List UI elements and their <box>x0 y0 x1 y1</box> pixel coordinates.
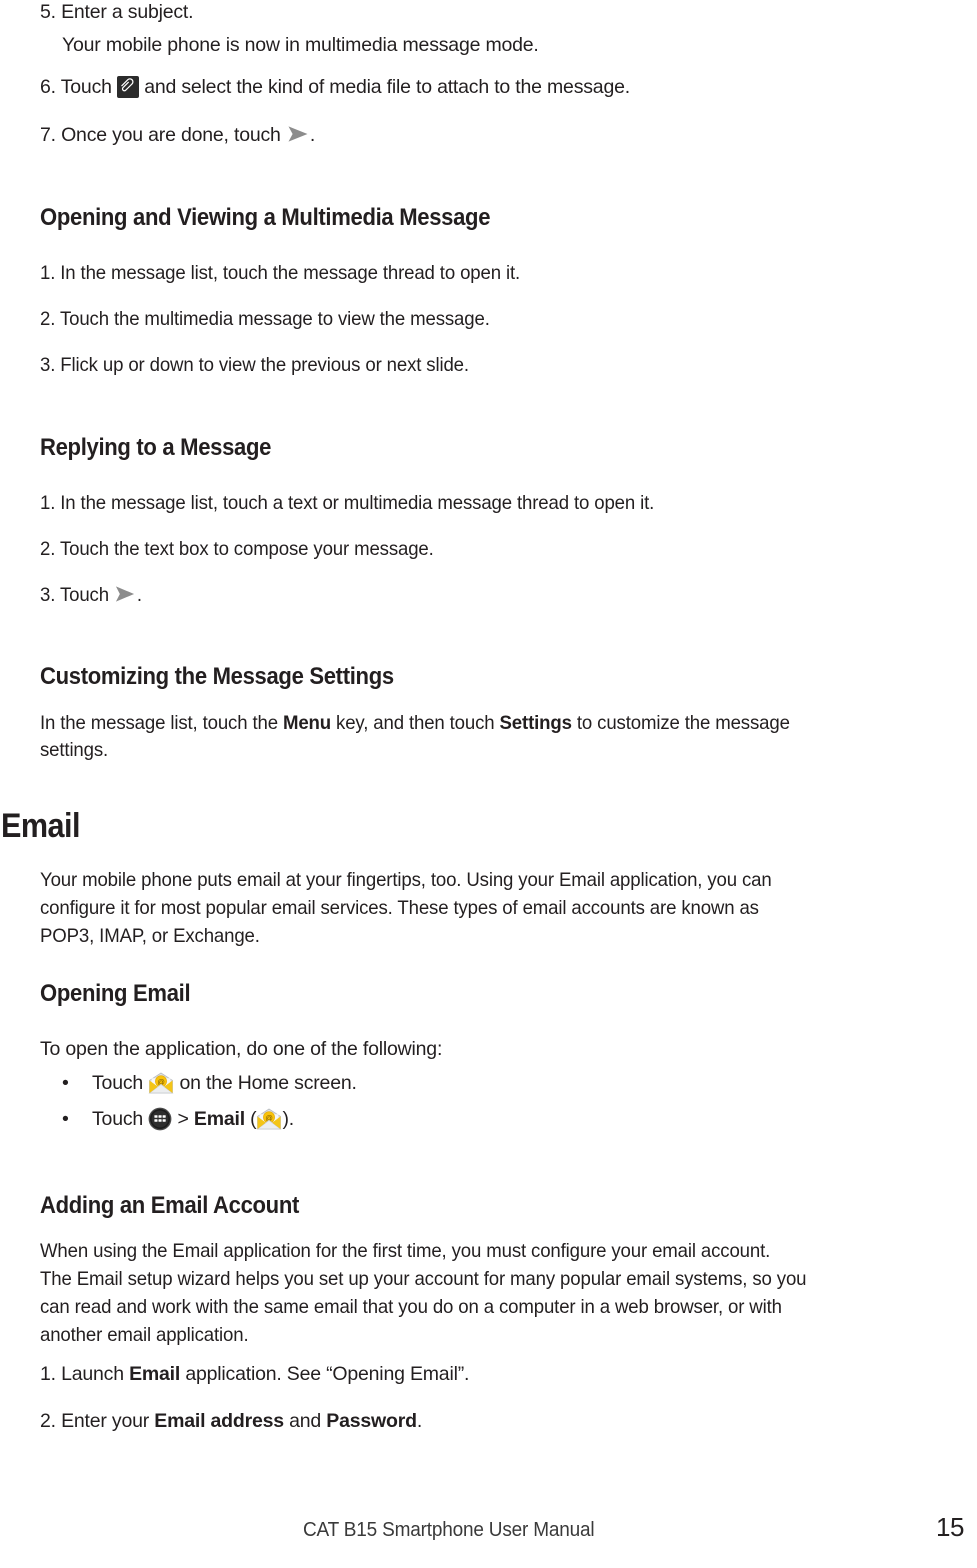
footer-manual-title: CAT B15 Smartphone User Manual <box>303 1519 595 1541</box>
list-item: • Touch > Email (@). <box>62 1105 294 1133</box>
adding-account-line-1: When using the Email application for the… <box>40 1240 771 1262</box>
bullet-2-email-bold: Email <box>193 1108 245 1130</box>
replying-item-3-period: . <box>136 584 142 606</box>
replying-item-1: 1. In the message list, touch a text or … <box>40 492 655 514</box>
bullet-icon: • <box>62 1072 69 1094</box>
heading-replying-to-a-message: Replying to a Message <box>40 434 272 461</box>
email-envelope-icon: @ <box>148 1072 174 1094</box>
step-6-text-before: 6. Touch <box>40 76 112 98</box>
opening-viewing-item-1: 1. In the message list, touch the messag… <box>40 262 521 284</box>
replying-item-3-text: 3. Touch <box>40 584 109 606</box>
customizing-body-line-2: settings. <box>40 739 109 761</box>
replying-item-2: 2. Touch the text box to compose your me… <box>40 538 434 560</box>
opening-viewing-item-2: 2. Touch the multimedia message to view … <box>40 308 490 330</box>
customizing-body-line-1: In the message list, touch the Menu key,… <box>40 709 790 737</box>
adding-account-step-1: 1. Launch Email application. See “Openin… <box>40 1360 469 1388</box>
step-2-email-address-bold: Email address <box>154 1410 284 1432</box>
adding-account-line-4: another email application. <box>40 1324 249 1346</box>
customizing-text-2: key, and then touch <box>331 712 500 734</box>
manual-page: 5. Enter a subject. Your mobile phone is… <box>0 0 977 1568</box>
customizing-menu-bold: Menu <box>282 712 332 734</box>
list-item: • Touch @ on the Home screen. <box>62 1069 357 1097</box>
send-arrow-icon <box>114 584 137 604</box>
step-1-email-bold: Email <box>129 1363 181 1385</box>
opening-email-lead: To open the application, do one of the f… <box>40 1038 443 1060</box>
heading-email: Email <box>1 807 80 845</box>
send-arrow-icon <box>286 124 310 144</box>
adding-account-step-2: 2. Enter your Email address and Password… <box>40 1407 422 1435</box>
email-envelope-icon: @ <box>256 1108 282 1130</box>
email-intro-line-3: POP3, IMAP, or Exchange. <box>40 925 260 947</box>
step-7-text-after: . <box>309 124 316 146</box>
step-2-text-end: . <box>416 1410 423 1432</box>
step-5-subline: Your mobile phone is now in multimedia m… <box>62 34 539 56</box>
heading-opening-email: Opening Email <box>40 980 191 1007</box>
bullet-1-text-after: on the Home screen. <box>179 1072 357 1094</box>
customizing-text-1: In the message list, touch the <box>40 712 283 734</box>
step-5-line: 5. Enter a subject. <box>40 1 194 23</box>
customizing-settings-bold: Settings <box>499 712 572 734</box>
step-2-text-mid: and <box>283 1410 327 1432</box>
opening-viewing-item-3: 3. Flick up or down to view the previous… <box>40 354 469 376</box>
bullet-2-paren-close: ). <box>282 1108 294 1130</box>
email-intro-line-1: Your mobile phone puts email at your fin… <box>40 869 772 891</box>
footer-page-number: 15 <box>936 1512 965 1542</box>
heading-customizing-message-settings: Customizing the Message Settings <box>40 663 394 690</box>
heading-adding-an-email-account: Adding an Email Account <box>40 1192 300 1219</box>
customizing-text-3: to customize the message <box>571 712 790 734</box>
email-intro-line-2: configure it for most popular email serv… <box>40 897 759 919</box>
step-2-password-bold: Password <box>326 1410 417 1432</box>
step-1-text-before: 1. Launch <box>40 1363 130 1385</box>
bullet-2-text-before: Touch <box>92 1108 144 1130</box>
adding-account-line-2: The Email setup wizard helps you set up … <box>40 1268 807 1290</box>
heading-opening-viewing-multimedia: Opening and Viewing a Multimedia Message <box>40 204 491 231</box>
bullet-icon: • <box>62 1108 69 1130</box>
step-7-line: 7. Once you are done, touch . <box>40 121 315 149</box>
app-drawer-grid-icon <box>148 1107 172 1131</box>
step-2-text-before: 2. Enter your <box>40 1410 155 1432</box>
adding-account-line-3: can read and work with the same email th… <box>40 1296 782 1318</box>
step-1-text-after: application. See “Opening Email”. <box>180 1363 470 1385</box>
step-6-line: 6. Touch and select the kind of media fi… <box>40 73 630 101</box>
step-6-text-after: and select the kind of media file to att… <box>144 76 630 98</box>
paperclip-icon <box>116 76 139 98</box>
bullet-1-text-before: Touch <box>92 1072 144 1094</box>
bullet-2-gt: > <box>177 1108 189 1130</box>
step-7-text-before: 7. Once you are done, touch <box>40 124 281 146</box>
replying-item-3: 3. Touch . <box>40 581 142 609</box>
